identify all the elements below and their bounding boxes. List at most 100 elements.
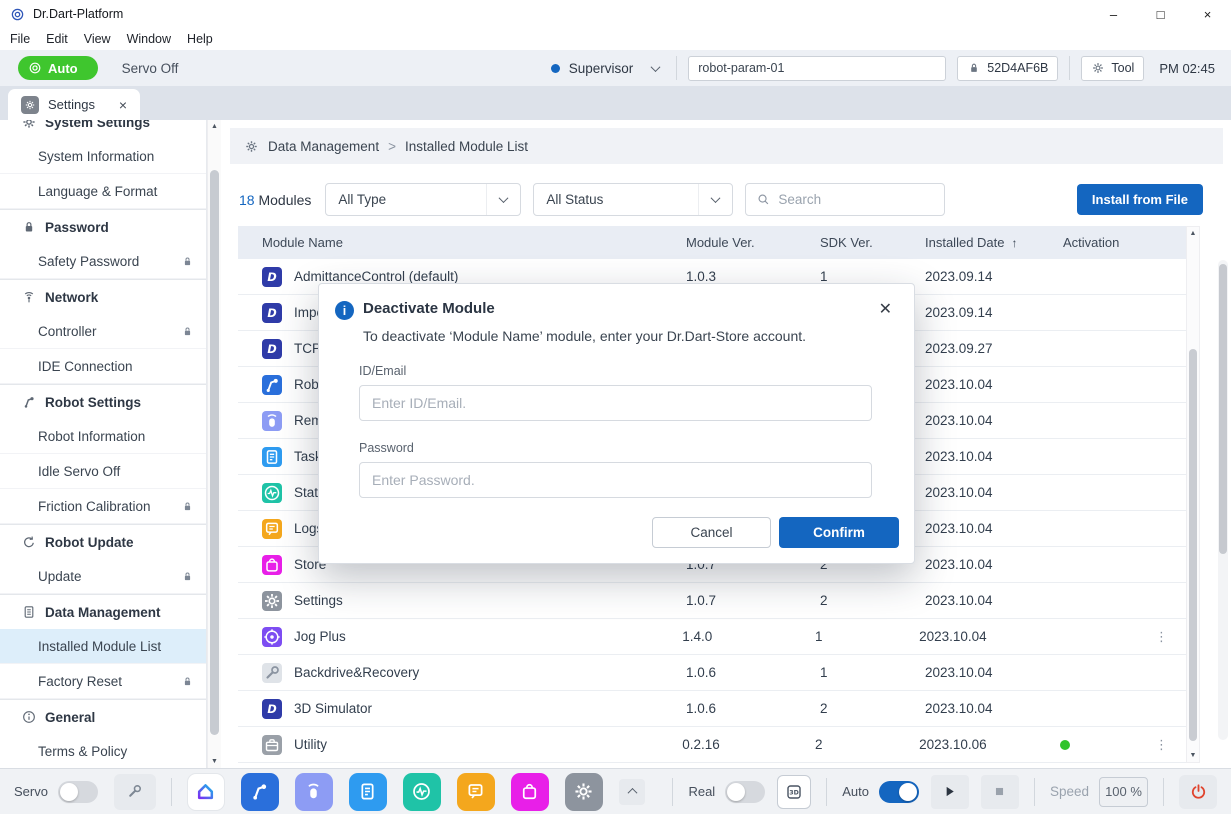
column-header-activation[interactable]: Activation xyxy=(1063,235,1163,250)
dialog-title: Deactivate Module xyxy=(363,300,495,317)
scroll-up-icon[interactable]: ▲ xyxy=(208,123,221,130)
sidebar-item-general[interactable]: General xyxy=(0,699,206,734)
type-filter-select[interactable]: All Type xyxy=(325,183,521,216)
scroll-down-icon[interactable]: ▼ xyxy=(208,758,221,765)
page-scrollbar[interactable] xyxy=(1218,260,1228,740)
table-row-3d-simulator[interactable]: D3D Simulator1.0.622023.10.04 xyxy=(238,691,1186,727)
robot-param-input[interactable]: robot-param-01 xyxy=(688,56,946,81)
close-button[interactable]: × xyxy=(1184,0,1231,28)
sidebar-item-ide-connection[interactable]: IDE Connection xyxy=(0,349,206,384)
row-menu-icon[interactable]: ⋮ xyxy=(1155,737,1168,753)
sidebar-item-friction-calibration[interactable]: Friction Calibration xyxy=(0,489,206,524)
column-header-installed-date[interactable]: Installed Date↑ xyxy=(925,235,1063,250)
play-button[interactable] xyxy=(931,775,969,809)
scroll-up-icon[interactable]: ▲ xyxy=(1187,230,1199,237)
dock-app-remote[interactable] xyxy=(295,773,333,811)
password-field[interactable]: Enter Password. xyxy=(359,462,872,498)
servo-toggle[interactable] xyxy=(58,781,98,803)
dock-app-gear[interactable] xyxy=(565,773,603,811)
sidebar-scrollbar[interactable]: ▲ ▼ xyxy=(207,120,221,768)
column-header-sdk-ver[interactable]: SDK Ver. xyxy=(820,235,925,250)
breadcrumb-section[interactable]: Data Management xyxy=(268,139,379,154)
speed-value[interactable]: 100 % xyxy=(1099,777,1148,807)
menu-edit[interactable]: Edit xyxy=(38,32,76,46)
tab-close-icon[interactable]: × xyxy=(119,97,127,113)
tab-settings[interactable]: Settings × xyxy=(8,89,140,120)
sidebar-item-update[interactable]: Update xyxy=(0,559,206,594)
remote-icon xyxy=(302,780,325,803)
menu-window[interactable]: Window xyxy=(119,32,179,46)
installed-date: 2023.10.04 xyxy=(925,557,1063,572)
dock-expand-button[interactable] xyxy=(619,779,645,805)
installed-date: 2023.10.04 xyxy=(925,665,1063,680)
servo-toggle-label: Servo xyxy=(14,784,48,799)
dock-app-status-monitor[interactable] xyxy=(403,773,441,811)
dialog-close-icon[interactable]: ✕ xyxy=(871,300,900,319)
robot-id-box[interactable]: 52D4AF6B xyxy=(957,56,1058,81)
scrollbar-thumb[interactable] xyxy=(1189,349,1197,741)
clock: PM 02:45 xyxy=(1155,61,1219,76)
wrench-button[interactable] xyxy=(114,774,156,810)
column-header-module-name[interactable]: Module Name xyxy=(238,235,686,250)
confirm-button[interactable]: Confirm xyxy=(779,517,899,548)
table-row-settings[interactable]: Settings1.0.722023.10.04 xyxy=(238,583,1186,619)
sidebar-item-label: Robot Settings xyxy=(45,395,141,410)
auto-toggle[interactable] xyxy=(879,781,919,803)
sidebar-item-terms-policy[interactable]: Terms & Policy xyxy=(0,734,206,768)
sidebar-item-label: Terms & Policy xyxy=(38,744,127,759)
real-toggle[interactable] xyxy=(725,781,765,803)
status-filter-select[interactable]: All Status xyxy=(533,183,733,216)
user-role-dropdown[interactable]: Supervisor xyxy=(551,61,666,76)
dock-app-home[interactable] xyxy=(187,773,225,811)
3d-view-button[interactable]: 3D xyxy=(777,775,811,809)
sidebar-item-password[interactable]: Password xyxy=(0,209,206,244)
cancel-button[interactable]: Cancel xyxy=(652,517,771,548)
minimize-button[interactable]: – xyxy=(1090,0,1137,28)
gear-icon xyxy=(572,780,595,803)
install-from-file-button[interactable]: Install from File xyxy=(1077,184,1203,215)
sidebar-item-idle-servo-off[interactable]: Idle Servo Off xyxy=(0,454,206,489)
menu-view[interactable]: View xyxy=(76,32,119,46)
sidebar-item-system-information[interactable]: System Information xyxy=(0,139,206,174)
mode-swirl-icon xyxy=(28,61,42,75)
table-row-jog-plus[interactable]: Jog Plus1.4.012023.10.04⋮ xyxy=(238,619,1186,655)
power-button[interactable] xyxy=(1179,775,1217,809)
sidebar-item-label: System Settings xyxy=(45,120,150,130)
tool-button[interactable]: Tool xyxy=(1081,56,1144,81)
menu-help[interactable]: Help xyxy=(179,32,221,46)
sidebar-item-system-settings[interactable]: System Settings xyxy=(0,120,206,139)
maximize-button[interactable]: □ xyxy=(1137,0,1184,28)
row-menu-icon[interactable]: ⋮ xyxy=(1155,629,1168,645)
sidebar-item-data-management[interactable]: Data Management xyxy=(0,594,206,629)
sidebar-item-language-format[interactable]: Language & Format xyxy=(0,174,206,209)
table-row-backdrive-recovery[interactable]: Backdrive&Recovery1.0.612023.10.04 xyxy=(238,655,1186,691)
dock-app-robot-arm[interactable] xyxy=(241,773,279,811)
sidebar-item-installed-module-list[interactable]: Installed Module List xyxy=(0,629,206,664)
sidebar-item-robot-settings[interactable]: Robot Settings xyxy=(0,384,206,419)
table-row-utility[interactable]: Utility0.2.1622023.10.06⋮ xyxy=(238,727,1186,763)
menu-file[interactable]: File xyxy=(2,32,38,46)
column-header-module-ver[interactable]: Module Ver. xyxy=(686,235,820,250)
stop-button[interactable] xyxy=(981,775,1019,809)
sidebar-item-controller[interactable]: Controller xyxy=(0,314,206,349)
dock-app-task-doc[interactable] xyxy=(349,773,387,811)
svg-text:D: D xyxy=(267,271,276,284)
dock-app-bag[interactable] xyxy=(511,773,549,811)
search-input[interactable]: Search xyxy=(745,183,945,216)
mode-badge-label: Auto xyxy=(48,61,78,76)
id-email-field[interactable]: Enter ID/Email. xyxy=(359,385,872,421)
scroll-down-icon[interactable]: ▼ xyxy=(1187,752,1199,759)
sidebar-item-network[interactable]: Network xyxy=(0,279,206,314)
sidebar-item-label: Idle Servo Off xyxy=(38,464,120,479)
sidebar-item-label: Controller xyxy=(38,324,97,339)
scrollbar-thumb[interactable] xyxy=(210,170,219,735)
sidebar-item-factory-reset[interactable]: Factory Reset xyxy=(0,664,206,699)
dock-app-chat[interactable] xyxy=(457,773,495,811)
sdk-version: 1 xyxy=(820,665,925,680)
table-scrollbar[interactable]: ▲ ▼ xyxy=(1186,226,1200,763)
sidebar-item-robot-update[interactable]: Robot Update xyxy=(0,524,206,559)
sidebar-item-robot-information[interactable]: Robot Information xyxy=(0,419,206,454)
sidebar-item-safety-password[interactable]: Safety Password xyxy=(0,244,206,279)
mode-badge[interactable]: Auto xyxy=(18,56,98,80)
scrollbar-thumb[interactable] xyxy=(1219,264,1227,554)
